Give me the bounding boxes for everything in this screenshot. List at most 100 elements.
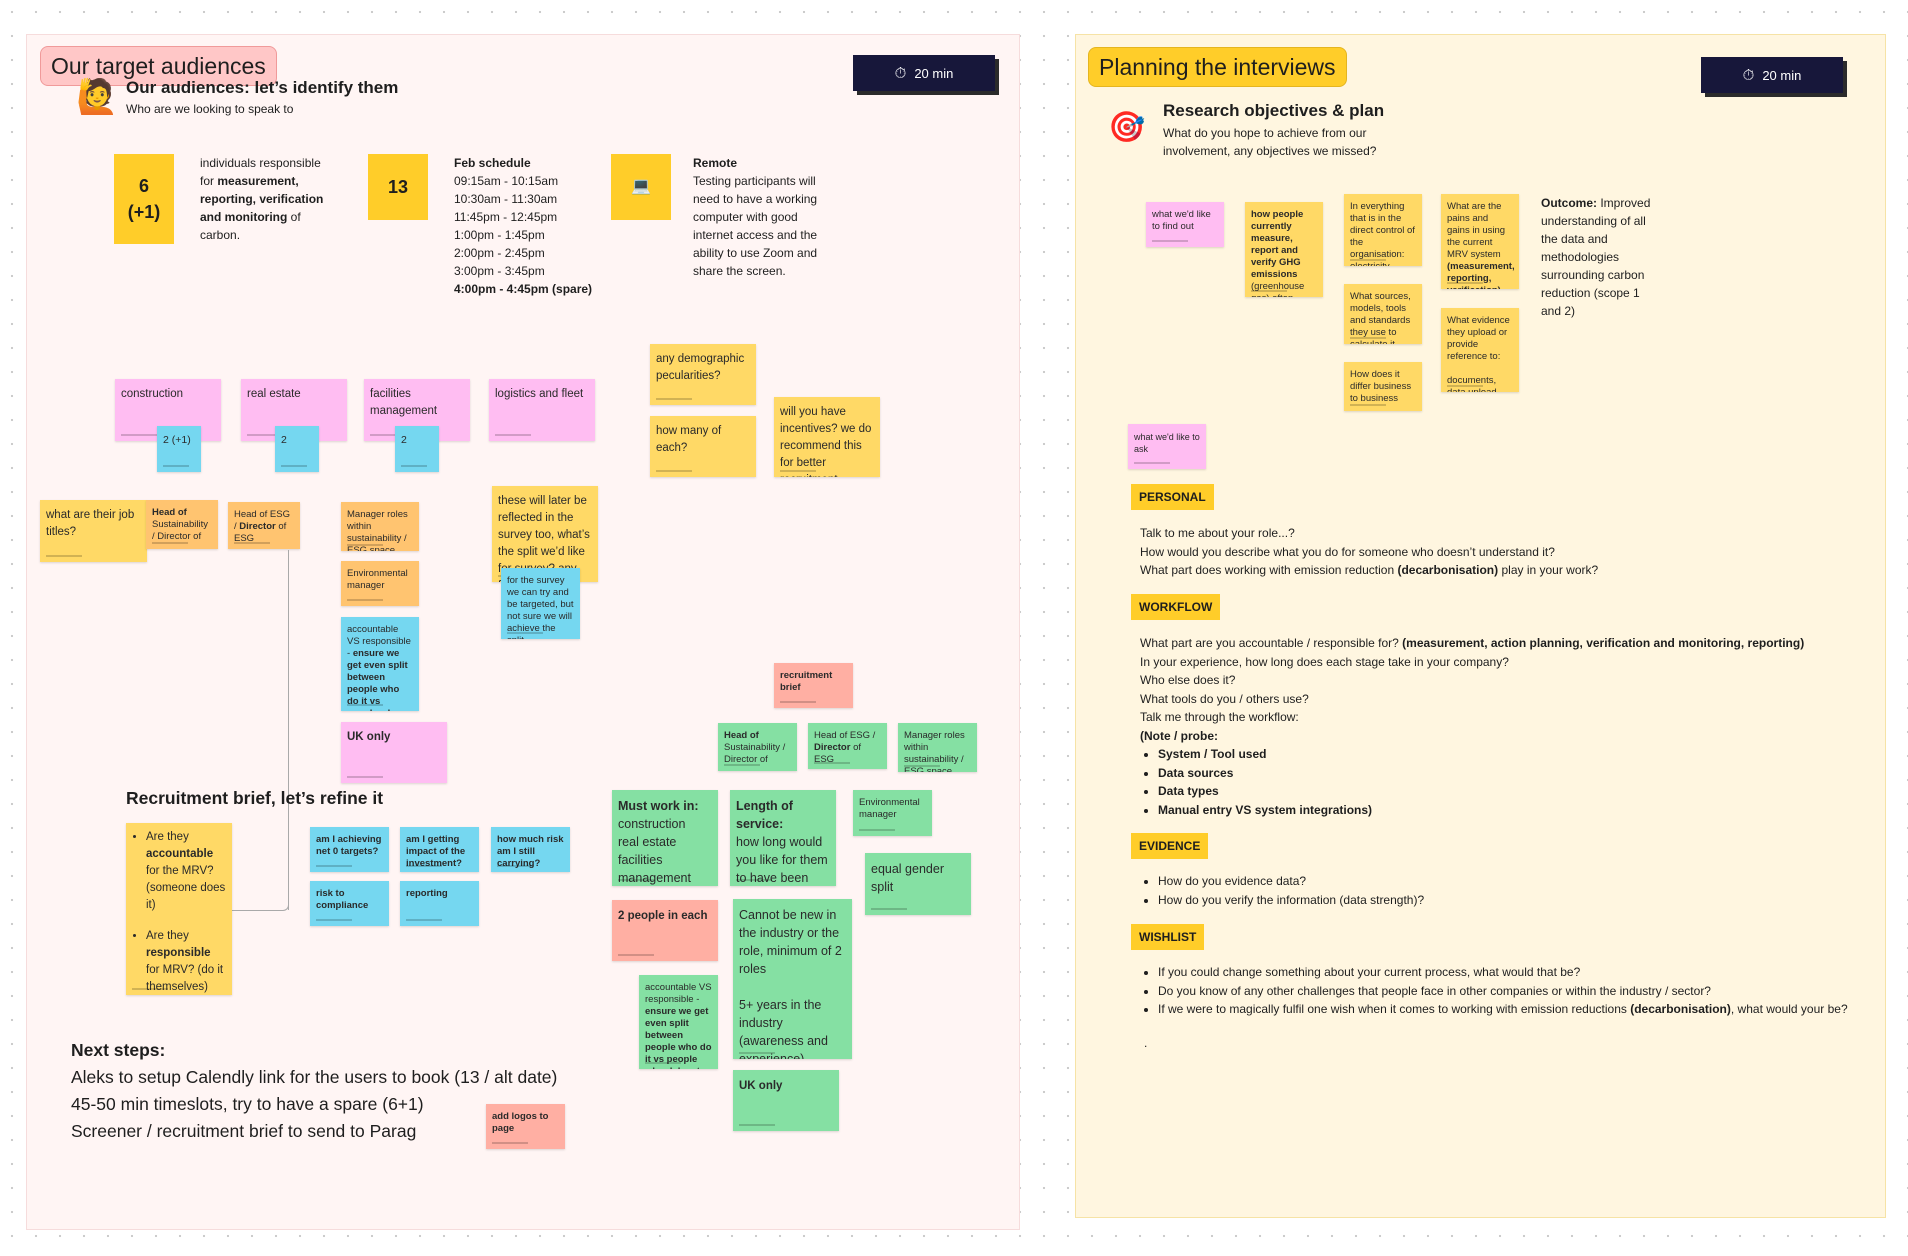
brief-bold: responsible [146,947,211,959]
sticky-note-environmental-manager[interactable]: Environmental manager [853,790,932,836]
author-label [656,470,692,472]
sticky-note-two-people[interactable]: 2 people in each [612,900,718,961]
sticky-text-bold: how people currently measure, report and… [1251,209,1304,280]
question-text: play in your work? [1498,563,1599,577]
sticky-text-bold: Director [814,742,851,753]
timer-widget[interactable]: ⏱ 20 min [1701,57,1843,93]
sticky-note-cannot-be-new[interactable]: Cannot be new in the industry or the rol… [733,899,852,1059]
sticky-text: reporting [406,888,448,899]
sticky-note-investment-impact[interactable]: am I getting impact of the investment? [400,827,479,872]
sticky-text-bold: Head of [152,507,187,518]
sticky-text: 2 [281,434,287,446]
sticky-note-reporting[interactable]: reporting [400,881,479,926]
sticky-note-count[interactable]: 2 [395,426,439,472]
sticky-note-differ-business[interactable]: How does it differ business to business [1344,362,1422,411]
author-label [401,465,427,467]
question-text: What part are you accountable / responsi… [1140,636,1403,650]
sticky-note-find-out[interactable]: what we'd like to find out [1146,202,1224,247]
next-step-item: Screener / recruitment brief to send to … [71,1121,417,1141]
sticky-note-job-titles[interactable]: what are their job titles? [40,500,147,562]
sticky-note-incentives[interactable]: will you have incentives? we do recommen… [774,397,880,477]
question-line: What part does working with emission red… [1140,561,1598,580]
author-label [739,1124,775,1126]
sticky-text: how much risk am I still carrying? [497,834,564,869]
author-label [904,765,940,767]
sticky-text: Environmental manager [347,568,408,591]
sticky-note-accountable-vs-responsible[interactable]: accountable VS responsible - ensure we g… [639,975,718,1069]
outcome-label: Outcome: [1541,196,1598,210]
sticky-note-ask[interactable]: what we'd like to ask [1128,424,1206,469]
sticky-note-evidence-upload[interactable]: What evidence they upload or provide ref… [1441,308,1519,392]
author-label [497,865,533,867]
sticky-note-count[interactable]: 2 [275,426,319,472]
sticky-text: construction [618,817,686,831]
probe-item: Data types [1158,782,1804,801]
feb-schedule: Feb schedule 09:15am - 10:15am 10:30am -… [454,154,614,298]
sticky-text: recruitment brief [780,670,833,693]
remote-info: Remote Testing participants will need to… [693,154,833,280]
outcome-body: Improved understanding of all the data a… [1541,196,1651,318]
sticky-note-net-zero[interactable]: am I achieving net 0 targets? [310,827,389,872]
question-bold: (decarbonisation) [1397,563,1499,577]
frame-title-planning-interviews[interactable]: Planning the interviews [1088,47,1347,87]
sticky-note-must-work-in[interactable]: Must work in: construction real estate f… [612,790,718,886]
remote-text: Testing participants will need to have a… [693,174,818,278]
sticky-note-uk-only[interactable]: UK only [341,722,447,783]
author-label [1350,259,1386,261]
timer-label: 20 min [1762,67,1802,83]
sticky-note-recruitment-brief[interactable]: Are they accountable for the MRV? (someo… [126,823,232,995]
author-label [1251,290,1287,292]
sticky-text: management [618,871,691,885]
sticky-note-sources-models[interactable]: What sources, models, tools and standard… [1344,284,1422,344]
sticky-text: UK only [739,1080,783,1092]
next-step-item: Aleks to setup Calendly link for the use… [71,1067,558,1087]
connector-line[interactable] [232,550,289,911]
sticky-note-uk-only[interactable]: UK only [733,1070,839,1131]
sticky-note-direct-control[interactable]: In everything that is in the direct cont… [1344,194,1422,266]
sticky-note-head-of-esg[interactable]: Head of ESG / Director of ESG [808,723,887,769]
sticky-note-risk-carrying[interactable]: how much risk am I still carrying? [491,827,570,872]
laptop-icon: 💻 [611,154,671,220]
sticky-note-how-many[interactable]: how many of each? [650,416,756,477]
author-label [618,954,654,956]
schedule-slot: 2:00pm - 2:45pm [454,246,545,260]
next-step-item: 45-50 min timeslots, try to have a spare… [71,1094,424,1114]
sticky-note-head-of-esg[interactable]: Head of ESG / Director of ESG [228,502,300,549]
author-label [1447,282,1483,284]
sticky-note-gender-split[interactable]: equal gender split [865,853,971,915]
question-line: In your experience, how long does each s… [1140,654,1509,669]
desc-bold: measurement, reporting, verification and… [200,174,324,224]
sticky-note-how-people-measure[interactable]: how people currently measure, report and… [1245,202,1323,297]
sticky-note-add-logos[interactable]: add logos to page [486,1104,565,1149]
sticky-text: am I achieving net 0 targets? [316,834,382,857]
sticky-note-manager-roles[interactable]: Manager roles within sustainability / ES… [341,502,419,551]
section-subtitle: Who are we looking to speak to [126,102,294,116]
stopwatch-icon: ⏱ [1742,66,1755,84]
sticky-text: any demographic pecularities? [656,353,745,382]
sticky-note-head-of-sustainability[interactable]: Head of Sustainability / Director of [718,723,797,771]
section-tag-personal: PERSONAL [1131,484,1214,510]
question-text: If we were to magically fulfil one wish … [1158,1002,1631,1016]
sticky-note-risk-compliance[interactable]: risk to compliance [310,881,389,926]
author-label [780,701,816,703]
sticky-note-length-of-service[interactable]: Length of service: how long would you lik… [730,790,836,886]
sticky-text: What evidence they upload or provide ref… [1447,315,1510,362]
sticky-note-accountable-vs-responsible[interactable]: accountable VS responsible - ensure we g… [341,617,419,711]
question-bold: (decarbonisation) [1630,1002,1731,1016]
sticky-note-manager-roles[interactable]: Manager roles within sustainability / ES… [898,723,977,772]
sticky-note-pains-gains[interactable]: What are the pains and gains in using th… [1441,194,1519,289]
sticky-text: In everything that is in the direct cont… [1350,201,1415,266]
sticky-note-head-of-sustainability[interactable]: Head of Sustainability / Director of [146,500,218,549]
sticky-note-logistics[interactable]: logistics and fleet [489,379,595,441]
sticky-note-survey-reply[interactable]: for the survey we can try and be targete… [501,568,580,639]
sticky-note-demographic[interactable]: any demographic pecularities? [650,344,756,405]
sticky-note-environmental-manager[interactable]: Environmental manager [341,561,419,606]
sticky-note-recruitment-brief-label[interactable]: recruitment brief [774,663,853,708]
sticky-text: real estate [618,835,677,849]
brief-item: Are they accountable for the MRV? (someo… [146,829,226,914]
timer-widget[interactable]: ⏱ 20 min [853,55,995,91]
sticky-text: construction [121,388,184,400]
question-item: If we were to magically fulfil one wish … [1158,1000,1848,1019]
sticky-note-count[interactable]: 2 (+1) [157,426,201,472]
sticky-text: 2 (+1) [163,434,191,446]
